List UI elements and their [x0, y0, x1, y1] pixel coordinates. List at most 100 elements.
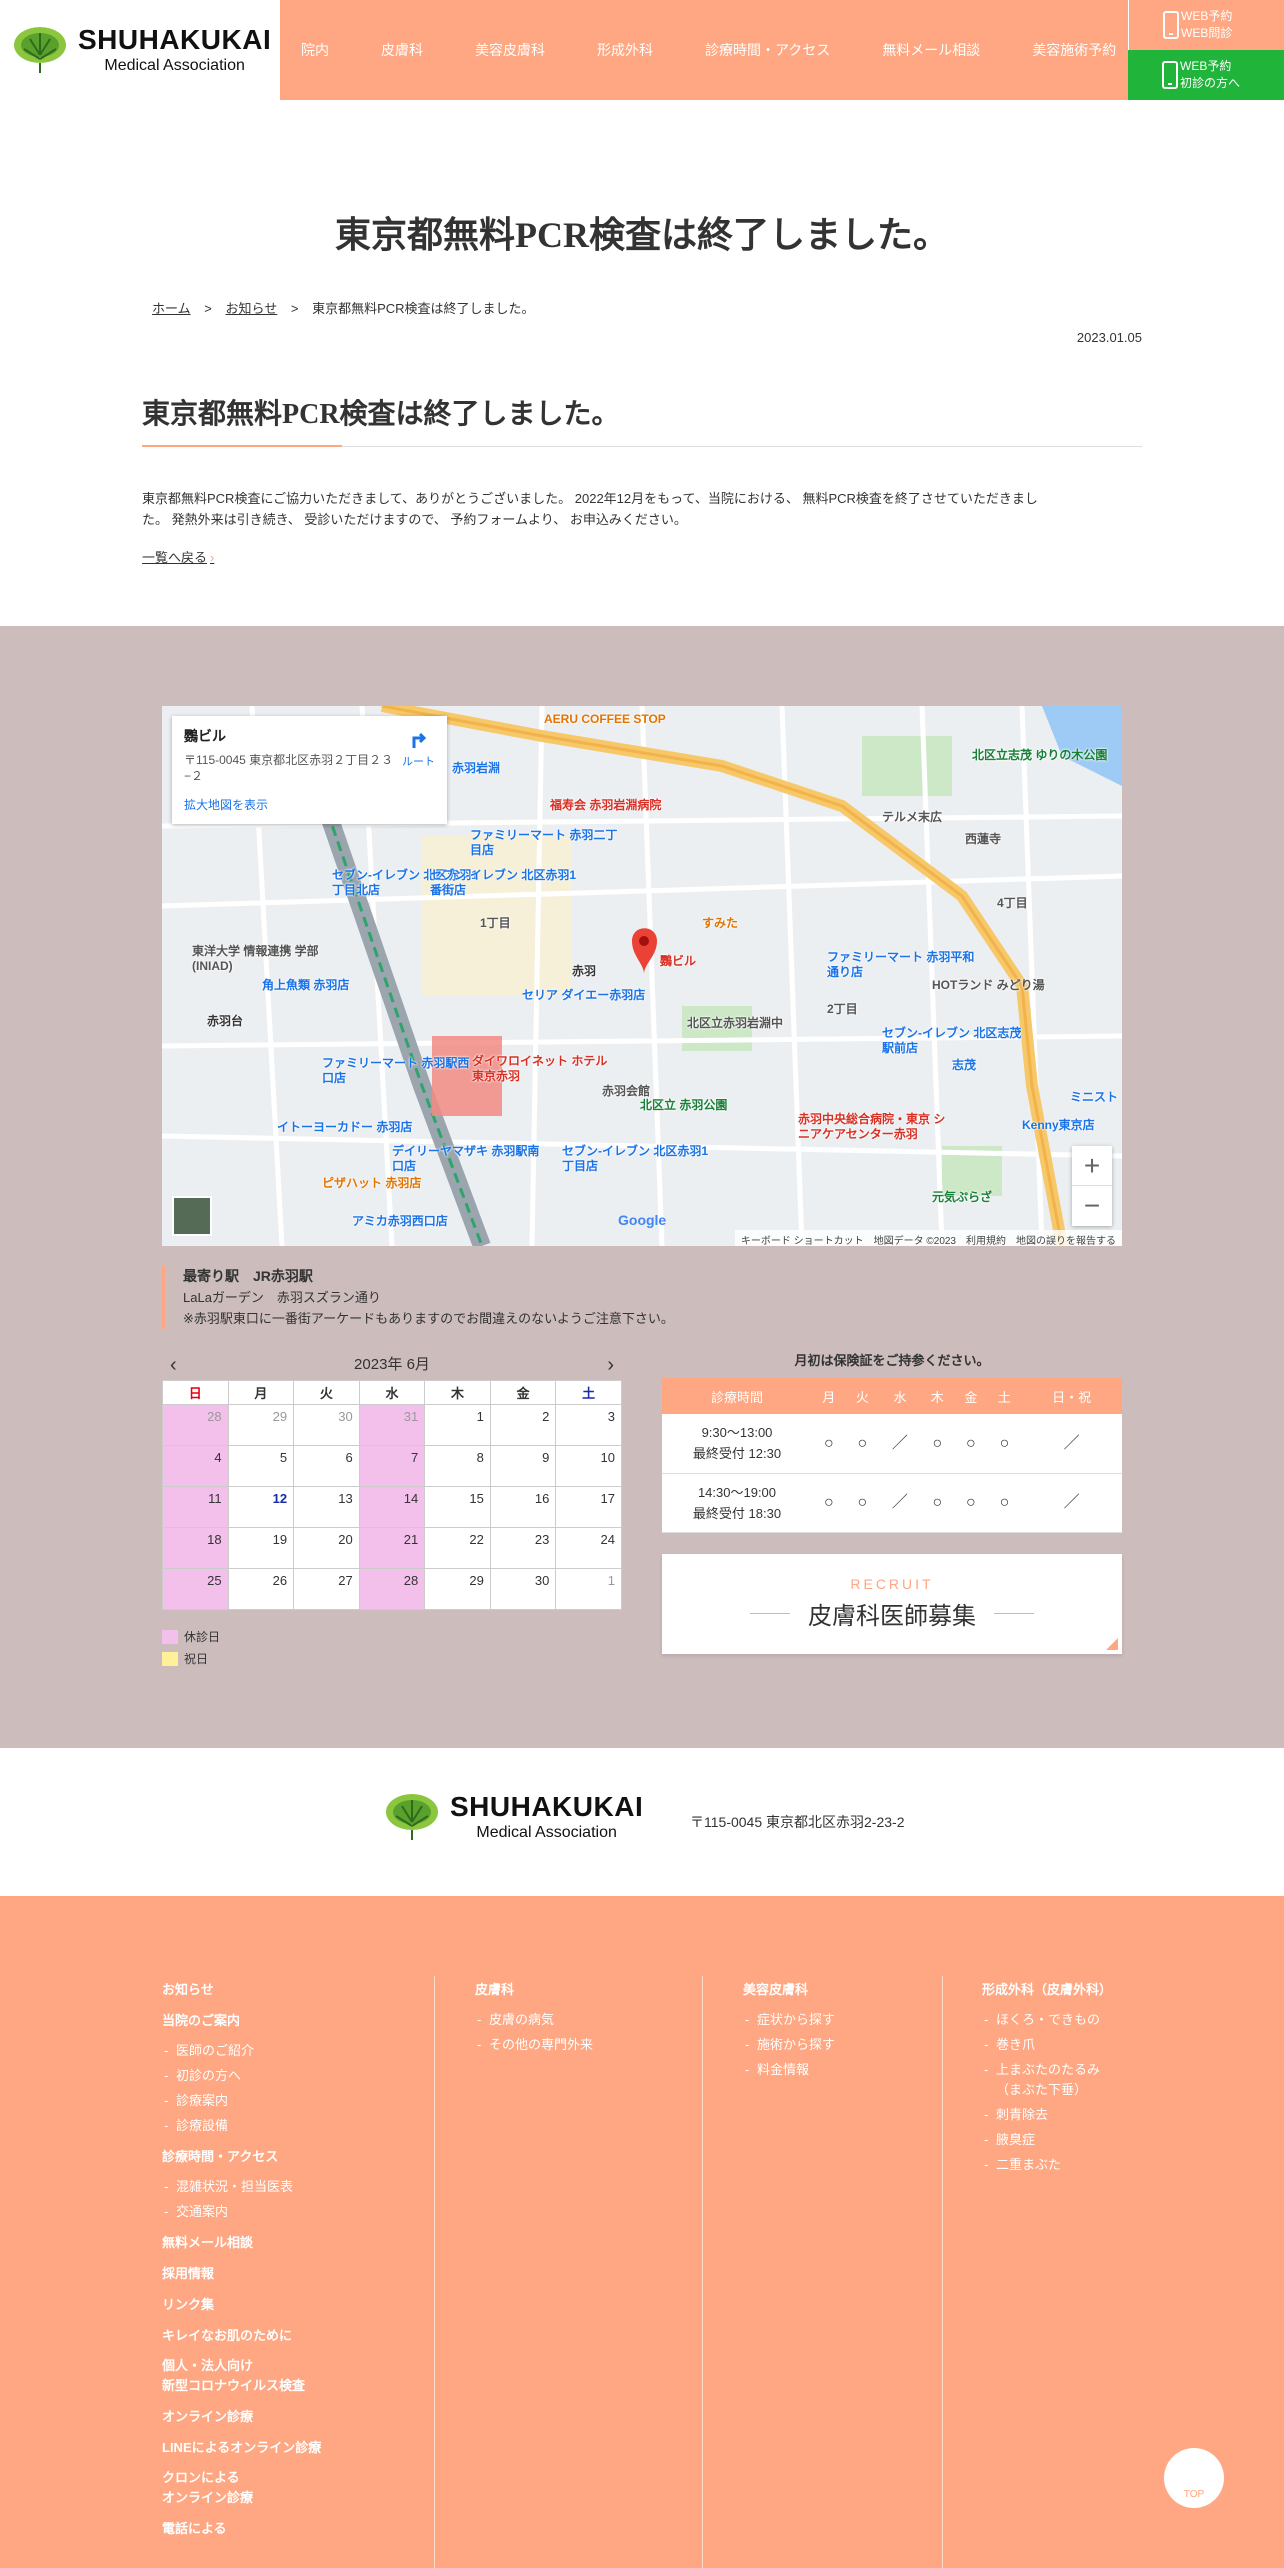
calendar-next-button[interactable]: ›: [607, 1350, 614, 1380]
google-map[interactable]: AERU COFFEE STOP 赤羽岩淵 福寿会 赤羽岩淵病院 北区立志茂 ゆりの木…: [162, 706, 1122, 1246]
footer-link[interactable]: ほくろ・できもの: [982, 2010, 1182, 2030]
footer-link[interactable]: 皮膚科: [475, 1974, 695, 2005]
footer-link[interactable]: 交通案内: [162, 2202, 412, 2222]
hours-header-cell: 木: [920, 1378, 955, 1414]
hours-row: 14:30〜19:00 最終受付 18:30 ○ ○ ／ ○ ○ ○ ／: [662, 1473, 1122, 1533]
calendar-prev-button[interactable]: ‹: [170, 1350, 177, 1380]
footer-link[interactable]: 当院のご案内: [162, 2005, 412, 2036]
hours-mark-cell: ／: [1021, 1473, 1122, 1533]
web-btn1-line2: WEB問診: [1181, 26, 1233, 40]
zoom-out-button[interactable]: −: [1072, 1186, 1112, 1226]
recruit-banner[interactable]: RECRUIT 皮膚科医師募集: [662, 1554, 1122, 1654]
footer-link[interactable]: キレイなお肌のために: [162, 2320, 412, 2351]
nav-item-cosmetic-booking[interactable]: 美容施術予約: [1006, 40, 1142, 60]
footer-logo-sub: Medical Association: [476, 1824, 617, 1841]
footer-link[interactable]: 無料メール相談: [162, 2227, 412, 2258]
footer-link[interactable]: 初診の方へ: [162, 2066, 412, 2086]
calendar-day: 30: [293, 1404, 360, 1446]
back-link-label: 一覧へ戻る: [142, 550, 208, 565]
calendar-day: 6: [293, 1445, 360, 1487]
nav-item-mail-consult[interactable]: 無料メール相談: [856, 40, 1006, 60]
footer-col-clinic: お知らせ当院のご案内医師のご紹介初診の方へ診療案内診療設備診療時間・アクセス混雑…: [162, 1974, 412, 2544]
footer-link[interactable]: 二重まぶた: [982, 2155, 1182, 2175]
footer-link[interactable]: 料金情報: [743, 2060, 923, 2080]
footer-link[interactable]: リンク集: [162, 2289, 412, 2320]
map-label: 鸚ビル: [660, 954, 697, 968]
nav-item-plastic-surgery[interactable]: 形成外科: [571, 40, 679, 60]
nav-item-dermatology[interactable]: 皮膚科: [355, 40, 449, 60]
footer-logo[interactable]: SHUHAKUKAI Medical Association: [384, 1792, 643, 1842]
global-nav: 院内 皮膚科 美容皮膚科 形成外科 診療時間・アクセス 無料メール相談 美容施術…: [275, 0, 1142, 100]
nav-item-hours-access[interactable]: 診療時間・アクセス: [679, 40, 856, 60]
hours-mark-cell: ○: [987, 1473, 1022, 1533]
divider: [434, 1976, 435, 2568]
web-btn2-line2: 初診の方へ: [1180, 76, 1241, 90]
back-to-list-link[interactable]: 一覧へ戻る ›: [142, 547, 214, 566]
footer-link[interactable]: 採用情報: [162, 2258, 412, 2289]
nav-item-cosmetic-dermatology[interactable]: 美容皮膚科: [449, 40, 571, 60]
footer-link[interactable]: 巻き爪: [982, 2035, 1182, 2055]
footer-link[interactable]: クロンによる オンライン診療: [162, 2468, 412, 2508]
footer-link[interactable]: 混雑状況・担当医表: [162, 2177, 412, 2197]
calendar-day: 24: [555, 1527, 622, 1569]
map-label: 北区立赤羽岩淵中: [687, 1016, 784, 1030]
footer-link[interactable]: 刺青除去: [982, 2105, 1182, 2125]
logo[interactable]: SHUHAKUKAI Medical Association: [0, 0, 280, 100]
footer-link[interactable]: オンライン診療: [162, 2401, 412, 2432]
calendar-weekday: 木: [424, 1380, 491, 1405]
footer-link[interactable]: 美容皮膚科: [743, 1974, 923, 2005]
footer-link[interactable]: お知らせ: [162, 1974, 412, 2005]
map-label: セブン-イレブン 北区赤羽1番街店: [430, 868, 577, 897]
calendar-day: 22: [424, 1527, 491, 1569]
hours-mark-cell: ○: [920, 1414, 955, 1474]
footer-link[interactable]: 電話による: [162, 2513, 412, 2544]
footer-link[interactable]: その他の専門外来: [475, 2035, 695, 2055]
legend-closed-swatch: [162, 1630, 178, 1644]
footer-link[interactable]: 施術から探す: [743, 2035, 923, 2055]
calendar-day: 11: [162, 1486, 229, 1528]
footer-link[interactable]: 医師のご紹介: [162, 2041, 412, 2061]
footer-address: 〒115-0045 東京都北区赤羽2-23-2: [690, 1814, 905, 1830]
breadcrumb-home[interactable]: ホーム: [152, 301, 191, 316]
breadcrumb-news[interactable]: お知らせ: [225, 301, 277, 316]
footer-link[interactable]: 腋臭症: [982, 2130, 1182, 2150]
calendar-day: 25: [162, 1568, 229, 1610]
map-label: セブン-イレブン 北区赤羽1丁目店: [562, 1144, 709, 1173]
web-reservation-button[interactable]: WEB予約 WEB問診: [1128, 0, 1284, 50]
map-enlarge-link[interactable]: 拡大地図を表示: [184, 796, 435, 813]
footer-link[interactable]: 診療設備: [162, 2116, 412, 2136]
footer-link[interactable]: 個人・法人向け 新型コロナウイルス検査: [162, 2356, 412, 2396]
smartphone-icon: [1162, 61, 1178, 89]
footer-link[interactable]: 形成外科（皮膚外科）: [982, 1974, 1182, 2005]
legend-holiday-swatch: [162, 1652, 178, 1666]
footer-link[interactable]: 診療時間・アクセス: [162, 2141, 412, 2172]
map-zoom-control: + −: [1072, 1146, 1112, 1226]
recruit-ja: 皮膚科医師募集: [662, 1596, 1122, 1631]
hours-mark-cell: ○: [845, 1414, 880, 1474]
nav-item-about[interactable]: 院内: [275, 40, 355, 60]
map-label: 1丁目: [480, 916, 511, 930]
hours-header-cell: 土: [987, 1378, 1022, 1414]
footer-link[interactable]: 上まぶたのたるみ （まぶた下垂）: [982, 2060, 1182, 2100]
back-to-top-button[interactable]: TOP: [1164, 2448, 1224, 2508]
footer-link[interactable]: 診療案内: [162, 2091, 412, 2111]
map-footer[interactable]: キーボード ショートカット 地図データ ©2023 利用規約 地図の誤りを報告す…: [734, 1230, 1122, 1246]
web-first-visit-button[interactable]: WEB予約 初診の方へ: [1128, 50, 1284, 100]
site-header: SHUHAKUKAI Medical Association 院内 皮膚科 美容…: [0, 0, 1284, 100]
map-label: Kenny東京店: [1022, 1118, 1095, 1132]
calendar-day: 28: [162, 1404, 229, 1446]
hours-mark-cell: ○: [812, 1414, 846, 1474]
calendar-day: 21: [358, 1527, 426, 1569]
calendar-day: 4: [162, 1445, 229, 1487]
footer-link[interactable]: 皮膚の病気: [475, 2010, 695, 2030]
hours-note: 月初は保険証をご持参ください。: [794, 1353, 990, 1368]
map-satellite-toggle[interactable]: [172, 1196, 212, 1236]
calendar-day: 1: [555, 1568, 622, 1610]
zoom-in-button[interactable]: +: [1072, 1146, 1112, 1186]
footer-link[interactable]: LINEによるオンライン診療: [162, 2432, 412, 2463]
map-route-button[interactable]: ルート: [402, 728, 435, 769]
footer-link[interactable]: 症状から探す: [743, 2010, 923, 2030]
footer-col-cosmetic: 美容皮膚科症状から探す施術から探す料金情報: [743, 1974, 923, 2085]
calendar-day: 27: [293, 1568, 360, 1610]
calendar-day: 18: [162, 1527, 229, 1569]
